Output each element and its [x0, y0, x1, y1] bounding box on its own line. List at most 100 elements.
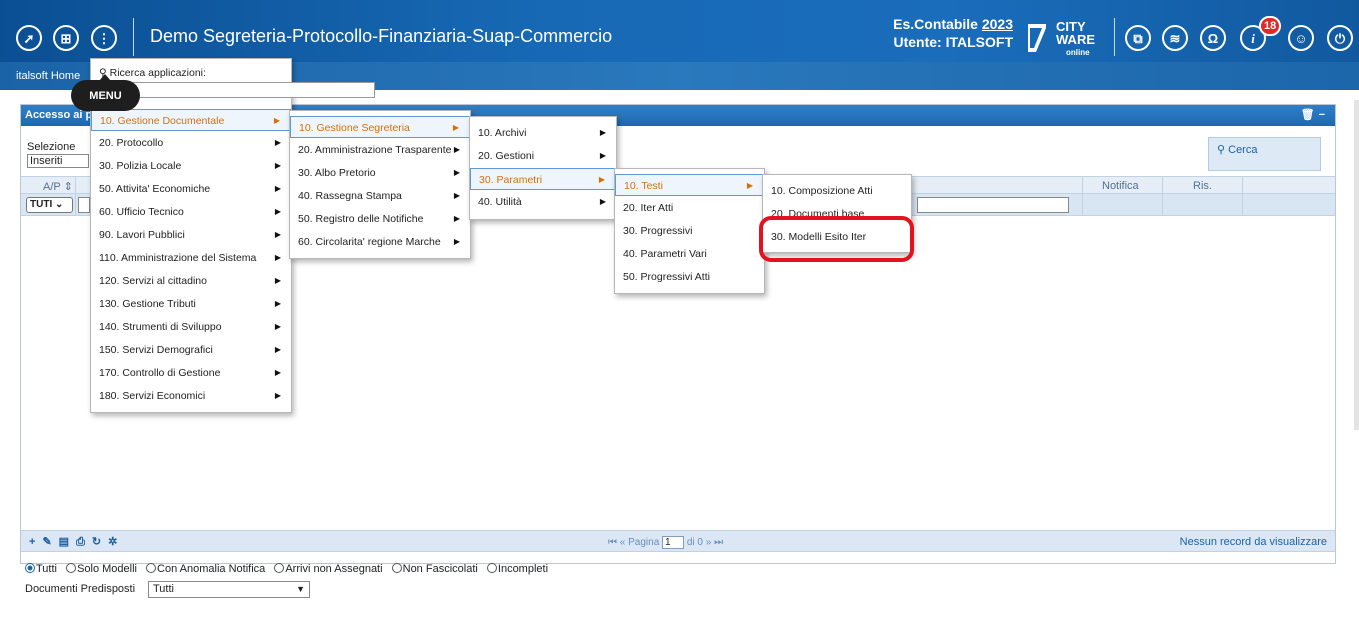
refresh-icon[interactable]: ↻	[92, 536, 108, 548]
radio-dot[interactable]	[391, 563, 402, 573]
radio-incompleti[interactable]: Incompleti	[486, 563, 549, 575]
menu-item-gestioni[interactable]: 20. Gestioni ▶	[470, 145, 616, 167]
panel-controls[interactable]: 🗑−	[1301, 108, 1329, 121]
es-year-link[interactable]: 2023	[982, 16, 1013, 32]
menu-item-label: 30. Polizia Locale	[99, 160, 182, 172]
menu-item-lavori-pubblici[interactable]: 90. Lavori Pubblici ▶	[91, 224, 291, 246]
trash-icon[interactable]: 🗑	[1301, 109, 1319, 121]
doc-predisposti-select[interactable]: Tutti ▼	[148, 581, 310, 598]
ap-filter-select[interactable]: TUTI ⌄	[26, 197, 73, 213]
page-input[interactable]: 1	[662, 536, 685, 549]
menu-item-utilita[interactable]: 40. Utilità ▶	[470, 191, 616, 213]
menu-item-amministrazione-trasparente[interactable]: 20. Amministrazione Trasparente ▶	[290, 139, 470, 161]
radio-arrivi-non-assegnati[interactable]: Arrivi non Assegnati	[274, 563, 383, 575]
rocket-icon[interactable]: ➚	[16, 25, 42, 51]
menu-item-rassegna-stampa[interactable]: 40. Rassegna Stampa ▶	[290, 185, 470, 207]
radio-label: Con Anomalia Notifica	[157, 563, 266, 575]
edit-icon[interactable]: ✎	[42, 536, 58, 548]
col-ap[interactable]: A/P ⇕	[43, 180, 73, 193]
chevron-down-icon: ▼	[296, 584, 305, 594]
radio-solo-modelli[interactable]: Solo Modelli	[66, 563, 137, 575]
search-area: ⚲ Cerca	[1208, 137, 1321, 171]
menu-item-progressivi-atti[interactable]: 50. Progressivi Atti	[615, 266, 764, 288]
caret-right-icon: ▶	[453, 237, 460, 246]
menu-item-registro-notifiche[interactable]: 50. Registro delle Notifiche ▶	[290, 208, 470, 230]
caret-right-icon: ▶	[274, 138, 281, 147]
filter-radio-group: Tutti Solo Modelli Con Anomalia Notifica…	[25, 563, 554, 575]
radio-anomalia-notifica[interactable]: Con Anomalia Notifica	[146, 563, 265, 575]
menu-item-servizi-demografici[interactable]: 150. Servizi Demografici ▶	[91, 339, 291, 361]
apps-grid-icon[interactable]: ⊞	[53, 25, 79, 51]
menu-item-progressivi[interactable]: 30. Progressivi	[615, 220, 764, 242]
caret-right-icon: ▶	[453, 145, 460, 154]
menu-item-gestione-tributi[interactable]: 130. Gestione Tributi ▶	[91, 293, 291, 315]
add-icon[interactable]: +	[29, 536, 42, 548]
menu-item-parametri-vari[interactable]: 40. Parametri Vari	[615, 243, 764, 265]
menu-item-circolarita-marche[interactable]: 60. Circolarita' regione Marche ▶	[290, 231, 470, 253]
menu-item-label: 40. Rassegna Stampa	[298, 190, 402, 202]
caret-right-icon: ▶	[274, 230, 281, 239]
menu-item-protocollo[interactable]: 20. Protocollo ▶	[91, 132, 291, 154]
radio-dot[interactable]	[25, 563, 35, 573]
selection-select[interactable]: Inseriti	[27, 154, 89, 168]
radio-dot[interactable]	[146, 563, 157, 573]
tab-italsoft-home[interactable]: italsoft Home	[16, 70, 80, 82]
menu-item-composizione-atti[interactable]: 10. Composizione Atti	[763, 180, 911, 202]
menu-item-servizi-economici[interactable]: 180. Servizi Economici ▶	[91, 385, 291, 407]
next-page-icon[interactable]: »	[706, 537, 712, 548]
menu-item-ufficio-tecnico[interactable]: 60. Ufficio Tecnico ▶	[91, 201, 291, 223]
radio-label: Incompleti	[497, 563, 549, 575]
menu-item-albo-pretorio[interactable]: 30. Albo Pretorio ▶	[290, 162, 470, 184]
windows-icon[interactable]: ⧉	[1125, 25, 1151, 51]
radio-label: Solo Modelli	[77, 563, 137, 575]
caret-right-icon: ▶	[274, 207, 281, 216]
caret-right-icon: ▶	[274, 184, 281, 193]
radio-label: Non Fascicolati	[402, 563, 478, 575]
menu-item-label: 20. Amministrazione Trasparente	[298, 144, 452, 156]
menu-item-servizi-cittadino[interactable]: 120. Servizi al cittadino ▶	[91, 270, 291, 292]
app-search-input[interactable]	[111, 82, 375, 98]
search-button[interactable]: ⚲ Cerca	[1217, 143, 1257, 156]
print-icon[interactable]: ⎙	[76, 536, 92, 548]
menu-item-strumenti-sviluppo[interactable]: 140. Strumenti di Sviluppo ▶	[91, 316, 291, 338]
menu-item-testi[interactable]: 10. Testi ▶	[615, 174, 764, 196]
page-scrollbar[interactable]	[1354, 100, 1359, 430]
menu-item-parametri[interactable]: 30. Parametri ▶	[470, 168, 616, 190]
layers-icon[interactable]: ≋	[1162, 25, 1188, 51]
user-icon[interactable]: ☺	[1288, 25, 1314, 51]
settings-icon[interactable]: ✲	[108, 536, 124, 548]
radio-dot[interactable]	[486, 563, 497, 573]
radio-dot[interactable]	[274, 563, 285, 573]
last-page-icon[interactable]: ⏭	[714, 537, 723, 548]
first-page-icon[interactable]: ⏮	[608, 537, 617, 548]
radio-label: Tutti	[36, 563, 57, 575]
menu-item-iter-atti[interactable]: 20. Iter Atti	[615, 197, 764, 219]
radio-dot[interactable]	[66, 563, 77, 573]
power-icon[interactable]: ⏻	[1327, 25, 1353, 51]
notification-badge[interactable]: 18	[1259, 16, 1282, 36]
menu-item-gestione-segreteria[interactable]: 10. Gestione Segreteria ▶	[290, 116, 470, 138]
col-notifica[interactable]: Notifica	[1102, 180, 1139, 192]
minimize-icon[interactable]: −	[1319, 109, 1329, 121]
app-title: Demo Segreteria-Protocollo-Finanziaria-S…	[150, 26, 613, 46]
menu-item-polizia-locale[interactable]: 30. Polizia Locale ▶	[91, 155, 291, 177]
menu-item-archivi[interactable]: 10. Archivi ▶	[470, 122, 616, 144]
menu-item-controllo-gestione[interactable]: 170. Controllo di Gestione ▶	[91, 362, 291, 384]
menu-item-attivita-economiche[interactable]: 50. Attivita' Economiche ▶	[91, 178, 291, 200]
headset-icon[interactable]: Ω	[1200, 25, 1226, 51]
export-icon[interactable]: ▤	[59, 536, 76, 548]
filter-input-1[interactable]	[78, 197, 90, 213]
caret-right-icon: ▶	[274, 391, 281, 400]
col-ris[interactable]: Ris.	[1193, 180, 1212, 192]
menu-item-label: 130. Gestione Tributi	[99, 298, 196, 310]
filter-input-2[interactable]	[917, 197, 1069, 213]
cityware-mark-icon	[1028, 24, 1046, 52]
menu-item-gestione-documentale[interactable]: 10. Gestione Documentale ▶	[91, 109, 291, 131]
radio-tutti[interactable]: Tutti	[25, 563, 57, 575]
radio-non-fascicolati[interactable]: Non Fascicolati	[391, 563, 478, 575]
menu-dots-icon[interactable]: ⋮	[91, 25, 117, 51]
prev-page-icon[interactable]: «	[620, 537, 626, 548]
menu-item-label: 180. Servizi Economici	[99, 390, 206, 402]
menu-item-amministrazione-sistema[interactable]: 110. Amministrazione del Sistema ▶	[91, 247, 291, 269]
app-menu-level3: 10. Archivi ▶ 20. Gestioni ▶ 30. Parametri…	[469, 116, 617, 220]
